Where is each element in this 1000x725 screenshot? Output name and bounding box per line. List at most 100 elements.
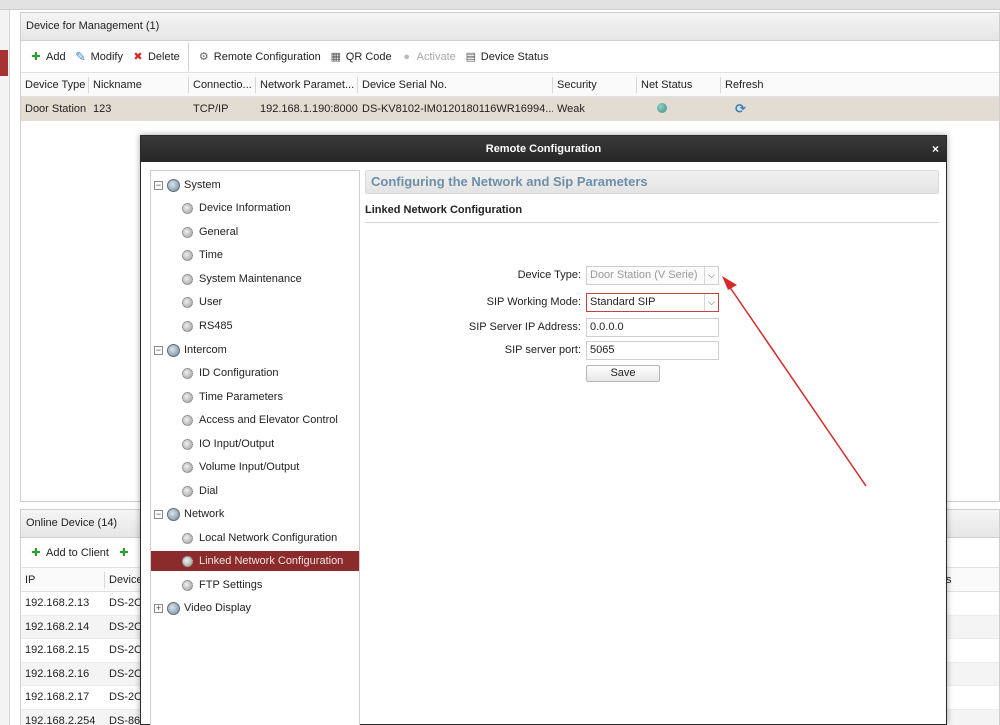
tree-node-network[interactable]: − Network — [154, 504, 224, 524]
tree-item-label: ID Configuration — [199, 367, 279, 379]
tree-item-time-parameters[interactable]: Time Parameters — [182, 387, 283, 407]
device-status-button[interactable]: ▤ Device Status — [464, 50, 549, 64]
qr-code-label: QR Code — [345, 50, 392, 63]
sip-port-row: SIP server port: 5065 — [365, 341, 939, 361]
tree-item-io-input-output[interactable]: IO Input/Output — [182, 434, 274, 454]
modify-button[interactable]: ✎ Modify — [74, 49, 123, 64]
column-device[interactable]: Device — [105, 572, 145, 588]
tree-item-volume-input-output[interactable]: Volume Input/Output — [182, 457, 299, 477]
tree-item-label: IO Input/Output — [199, 438, 275, 450]
sip-server-port-field[interactable]: 5065 — [586, 341, 719, 360]
tree-item-ftp-settings[interactable]: FTP Settings — [182, 575, 262, 595]
dialog-title: Remote Configuration — [485, 143, 602, 155]
table-row[interactable]: Door Station 123 TCP/IP 192.168.1.190:80… — [21, 97, 999, 121]
remote-configuration-button[interactable]: ⚙ Remote Configuration — [197, 50, 321, 64]
cell-nickname: 123 — [93, 103, 112, 115]
system-icon — [167, 178, 180, 192]
column-network-parameters[interactable]: Network Paramet... — [256, 76, 358, 93]
tree-label-video-display: Video Display — [184, 602, 252, 614]
sip-mode-value: Standard SIP — [590, 296, 656, 308]
column-ip[interactable]: IP — [21, 571, 105, 588]
tree-item-user[interactable]: User — [182, 292, 222, 312]
cell-device: DS-2C — [109, 667, 143, 680]
save-button[interactable]: Save — [586, 365, 660, 382]
remote-configuration-dialog: Remote Configuration × − System Device In… — [140, 135, 947, 725]
tree-label-system: System — [184, 179, 221, 191]
left-side-panel — [0, 10, 10, 725]
left-panel-marker — [0, 50, 8, 76]
cell-ip: 192.168.2.14 — [25, 620, 90, 633]
column-device-type[interactable]: Device Type — [21, 76, 89, 93]
gear-icon — [182, 296, 193, 308]
gear-icon — [182, 273, 193, 285]
collapse-icon[interactable]: − — [154, 180, 163, 190]
activate-button[interactable]: ● Activate — [400, 50, 456, 64]
tree-item-general[interactable]: General — [182, 222, 238, 242]
close-icon[interactable]: × — [932, 136, 939, 162]
cell-device: DS-2C — [109, 597, 143, 610]
column-nickname[interactable]: Nickname — [89, 76, 189, 93]
sip-port-label: SIP server port: — [504, 344, 581, 356]
sip-mode-row: SIP Working Mode: Standard SIP ⌵ — [365, 293, 939, 313]
tree-item-time[interactable]: Time — [182, 245, 223, 265]
tree-item-local-network[interactable]: Local Network Configuration — [182, 528, 337, 548]
cell-device: DS-2C — [109, 620, 143, 633]
column-device-serial[interactable]: Device Serial No. — [358, 76, 553, 93]
qr-code-icon: ▦ — [330, 51, 341, 63]
delete-label: Delete — [147, 50, 180, 63]
top-strip — [0, 0, 1000, 10]
device-type-select: Door Station (V Serie) ⌵ — [586, 266, 719, 285]
add-button[interactable]: ✚ Add — [29, 50, 65, 64]
tree-item-label: General — [199, 226, 239, 238]
collapse-icon[interactable]: − — [154, 345, 163, 355]
activate-label: Activate — [416, 50, 456, 63]
refresh-icon[interactable]: ⟳ — [735, 101, 746, 116]
cell-ip: 192.168.2.254 — [25, 714, 96, 725]
tree-item-device-information[interactable]: Device Information — [182, 198, 291, 218]
gear-icon — [182, 579, 193, 591]
expand-icon[interactable]: + — [154, 603, 163, 613]
tree-item-linked-network[interactable]: Linked Network Configuration — [151, 551, 359, 571]
configuration-content: Configuring the Network and Sip Paramete… — [365, 170, 939, 725]
remote-configuration-label: Remote Configuration — [213, 50, 321, 63]
tree-item-rs485[interactable]: RS485 — [182, 316, 233, 336]
chevron-down-icon[interactable]: ⌵ — [704, 294, 718, 311]
sip-working-mode-select[interactable]: Standard SIP ⌵ — [586, 293, 719, 312]
gear-icon — [182, 249, 193, 261]
collapse-icon[interactable]: − — [154, 509, 163, 519]
column-refresh[interactable]: Refresh — [721, 77, 801, 93]
column-connection[interactable]: Connectio... — [189, 76, 256, 93]
tree-item-label: Device Information — [199, 202, 291, 214]
gear-icon — [182, 226, 193, 238]
tree-item-system-maintenance[interactable]: System Maintenance — [182, 269, 302, 289]
tree-node-video-display[interactable]: + Video Display — [154, 598, 251, 618]
configuration-tree: − System Device Information General Time … — [150, 170, 360, 725]
gear-icon — [182, 320, 193, 332]
tree-item-label: Access and Elevator Control — [199, 414, 338, 426]
tree-item-label: User — [199, 296, 223, 308]
tree-node-system[interactable]: − System — [154, 175, 221, 195]
cell-net-status — [637, 102, 721, 116]
content-header: Configuring the Network and Sip Paramete… — [365, 170, 939, 194]
tree-node-intercom[interactable]: − Intercom — [154, 340, 227, 360]
device-table-header: Device Type Nickname Connectio... Networ… — [21, 73, 999, 97]
gear-icon — [182, 555, 193, 567]
gear-icon — [182, 202, 193, 214]
tree-item-access-elevator[interactable]: Access and Elevator Control — [182, 410, 338, 430]
plus-icon: ✚ — [119, 547, 129, 559]
cell-device: DS-2C — [109, 644, 143, 657]
cell-security: Weak — [557, 103, 585, 115]
tree-item-label: Local Network Configuration — [199, 532, 338, 544]
device-management-title: Device for Management (1) — [21, 13, 999, 41]
column-security[interactable]: Security — [553, 76, 637, 93]
toolbar-divider — [187, 42, 189, 71]
add-to-client-button[interactable]: ✚ Add to Client — [29, 546, 109, 560]
tree-item-dial[interactable]: Dial — [182, 481, 218, 501]
sip-server-ip-field[interactable]: 0.0.0.0 — [586, 318, 719, 337]
column-net-status[interactable]: Net Status — [637, 76, 721, 93]
add-all-button[interactable]: ✚ — [117, 546, 134, 560]
delete-button[interactable]: ✖ Delete — [131, 50, 180, 64]
section-divider — [365, 222, 939, 223]
tree-item-id-configuration[interactable]: ID Configuration — [182, 363, 279, 383]
qr-code-button[interactable]: ▦ QR Code — [329, 50, 392, 64]
